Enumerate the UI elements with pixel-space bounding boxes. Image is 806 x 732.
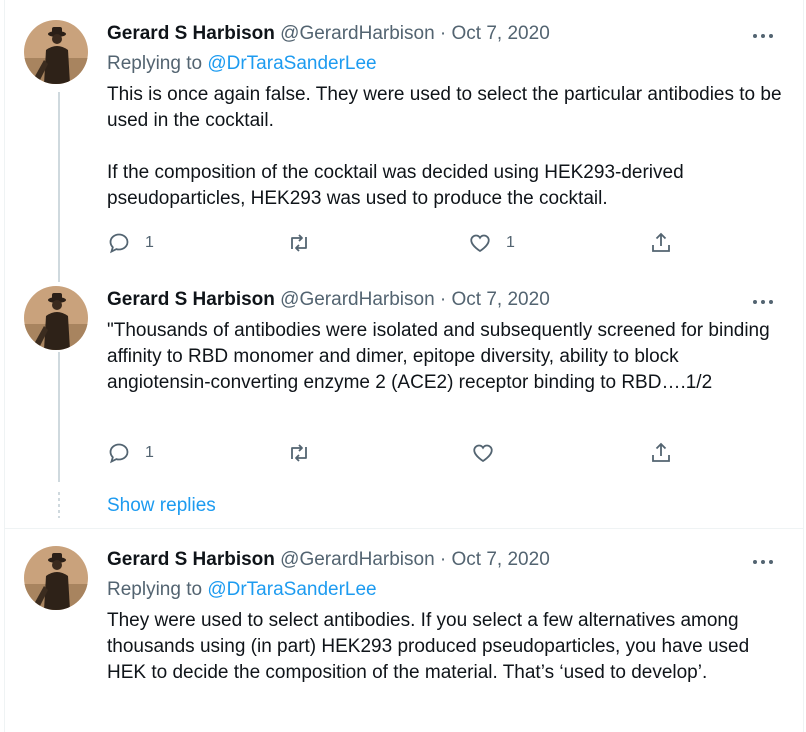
share-button[interactable] bbox=[649, 440, 673, 466]
share-button[interactable] bbox=[649, 230, 673, 256]
thread-line bbox=[58, 352, 60, 482]
replying-to-link[interactable]: @DrTaraSanderLee bbox=[207, 53, 376, 74]
tweet-header: Gerard S Harbison @GerardHarbison · Oct … bbox=[107, 22, 550, 46]
more-options-button[interactable] bbox=[752, 550, 776, 574]
more-options-button[interactable] bbox=[752, 24, 776, 48]
reply-button[interactable]: 1 bbox=[107, 440, 154, 466]
author-name[interactable]: Gerard S Harbison bbox=[107, 289, 275, 310]
reply-count: 1 bbox=[145, 234, 154, 251]
replying-to-label: Replying to bbox=[107, 53, 203, 74]
like-count: 1 bbox=[506, 234, 515, 251]
retweet-icon bbox=[291, 234, 307, 252]
tweet-paragraph: This is once again false. They were used… bbox=[107, 84, 782, 131]
separator-dot: · bbox=[439, 549, 447, 570]
separator-dot: · bbox=[439, 289, 447, 310]
share-icon bbox=[652, 232, 670, 252]
replying-to-label: Replying to bbox=[107, 579, 203, 600]
retweet-button[interactable] bbox=[287, 440, 311, 466]
reply-icon bbox=[109, 443, 129, 464]
author-handle[interactable]: @GerardHarbison bbox=[280, 549, 434, 570]
more-options-button[interactable] bbox=[752, 290, 776, 314]
reply-button[interactable]: 1 bbox=[107, 230, 154, 256]
share-icon bbox=[652, 442, 670, 462]
tweet-text: This is once again false. They were used… bbox=[107, 82, 787, 212]
tweet-header: Gerard S Harbison @GerardHarbison · Oct … bbox=[107, 548, 550, 572]
separator-dot: · bbox=[439, 23, 447, 44]
tweet-text: They were used to select antibodies. If … bbox=[107, 608, 787, 686]
tweet-actions: 1 1 bbox=[107, 230, 687, 256]
heart-icon bbox=[473, 444, 493, 463]
like-button[interactable] bbox=[471, 440, 495, 466]
author-handle[interactable]: @GerardHarbison bbox=[280, 23, 434, 44]
like-button[interactable]: 1 bbox=[468, 230, 515, 256]
tweet-date[interactable]: Oct 7, 2020 bbox=[452, 289, 550, 310]
tweet-text: "Thousands of antibodies were isolated a… bbox=[107, 318, 787, 396]
replying-to: Replying to @DrTaraSanderLee bbox=[107, 578, 377, 602]
tweet-header: Gerard S Harbison @GerardHarbison · Oct … bbox=[107, 288, 550, 312]
reply-count: 1 bbox=[145, 444, 154, 461]
avatar[interactable] bbox=[24, 286, 88, 350]
replying-to-link[interactable]: @DrTaraSanderLee bbox=[207, 579, 376, 600]
tweet-divider bbox=[4, 528, 804, 529]
author-handle[interactable]: @GerardHarbison bbox=[280, 289, 434, 310]
reply-icon bbox=[109, 233, 129, 254]
replying-to: Replying to @DrTaraSanderLee bbox=[107, 52, 377, 76]
thread-gap-dots bbox=[58, 492, 60, 518]
thread-line bbox=[58, 92, 60, 282]
author-name[interactable]: Gerard S Harbison bbox=[107, 23, 275, 44]
tweet-paragraph: If the composition of the cocktail was d… bbox=[107, 162, 684, 209]
retweet-icon bbox=[291, 444, 307, 462]
show-replies-link[interactable]: Show replies bbox=[107, 494, 216, 518]
retweet-button[interactable] bbox=[287, 230, 325, 256]
heart-icon bbox=[470, 234, 490, 253]
tweet-date[interactable]: Oct 7, 2020 bbox=[452, 549, 550, 570]
tweet-date[interactable]: Oct 7, 2020 bbox=[452, 23, 550, 44]
avatar[interactable] bbox=[24, 546, 88, 610]
tweet-actions: 1 bbox=[107, 440, 687, 466]
tweet-paragraph: "Thousands of antibodies were isolated a… bbox=[107, 320, 770, 393]
avatar[interactable] bbox=[24, 20, 88, 84]
tweet-paragraph: They were used to select antibodies. If … bbox=[107, 610, 750, 683]
author-name[interactable]: Gerard S Harbison bbox=[107, 549, 275, 570]
